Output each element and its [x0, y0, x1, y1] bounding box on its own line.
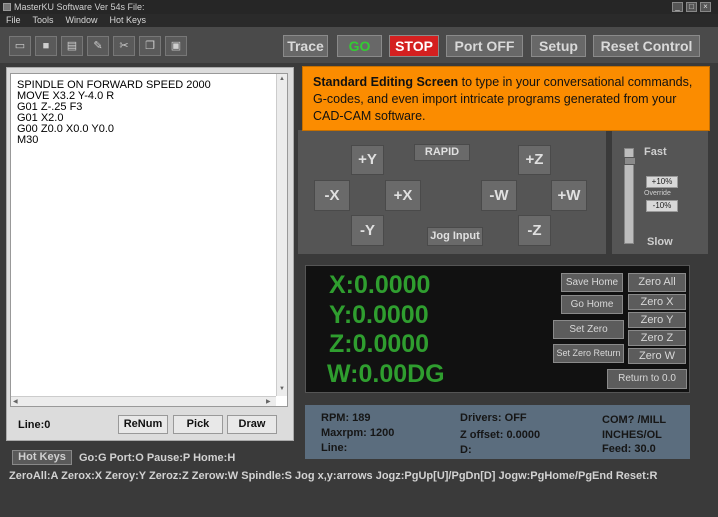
- scroll-left-icon[interactable]: ◀: [13, 398, 18, 405]
- stop-button[interactable]: STOP: [389, 35, 439, 57]
- hotkeys-row-2: ZeroAll:A Zerox:X Zeroy:Y Zeroz:Z Zerow:…: [9, 470, 658, 482]
- setup-button[interactable]: Setup: [531, 35, 586, 57]
- copy-icon[interactable]: ❐: [139, 36, 161, 56]
- hot-keys-button[interactable]: Hot Keys: [12, 450, 72, 465]
- speed-slider-track[interactable]: [624, 148, 636, 244]
- maxrpm-status: Maxrpm: 1200: [321, 427, 395, 439]
- zero-w-button[interactable]: Zero W: [628, 348, 686, 364]
- feed-status: Feed: 30.0: [602, 443, 656, 455]
- dro-z-readout: Z:0.0000: [329, 330, 430, 358]
- vertical-scrollbar[interactable]: ▲ ▼: [276, 74, 287, 396]
- minus-10-button[interactable]: -10%: [646, 200, 678, 212]
- rapid-button[interactable]: RAPID: [414, 144, 470, 161]
- program-editor[interactable]: SPINDLE ON FORWARD SPEED 2000 MOVE X3.2 …: [10, 73, 288, 407]
- return-to-zero-button[interactable]: Return to 0.0: [607, 369, 687, 389]
- speed-slider-thumb[interactable]: [624, 157, 636, 165]
- zero-y-button[interactable]: Zero Y: [628, 312, 686, 328]
- maximize-icon[interactable]: □: [686, 2, 697, 12]
- jog-plus-y-button[interactable]: +Y: [351, 145, 384, 175]
- close-icon[interactable]: ×: [700, 2, 711, 12]
- port-off-button[interactable]: Port OFF: [446, 35, 523, 57]
- save-home-button[interactable]: Save Home: [561, 273, 623, 292]
- menu-window[interactable]: Window: [66, 15, 98, 25]
- jog-plus-x-button[interactable]: +X: [385, 180, 421, 211]
- menu-tools[interactable]: Tools: [33, 15, 54, 25]
- jog-plus-z-button[interactable]: +Z: [518, 145, 551, 175]
- hotkeys-row-1: Go:G Port:O Pause:P Home:H: [79, 452, 236, 464]
- jog-minus-y-button[interactable]: -Y: [351, 215, 384, 246]
- trace-button[interactable]: Trace: [283, 35, 328, 57]
- scroll-down-icon[interactable]: ▼: [279, 386, 285, 392]
- zero-x-button[interactable]: Zero X: [628, 294, 686, 310]
- fast-label: Fast: [644, 146, 667, 158]
- renum-button[interactable]: ReNum: [118, 415, 168, 434]
- units-status: INCHES/OL: [602, 429, 662, 441]
- line-indicator: Line:0: [18, 419, 51, 431]
- d-status: D:: [460, 444, 472, 456]
- slow-label: Slow: [647, 236, 673, 248]
- menu-bar: File Tools Window Hot Keys: [0, 14, 718, 27]
- set-zero-button[interactable]: Set Zero: [553, 320, 624, 339]
- set-zero-return-button[interactable]: Set Zero Return: [553, 344, 624, 363]
- plus-10-button[interactable]: +10%: [646, 176, 678, 188]
- callout-title: Standard Editing Screen: [313, 75, 459, 89]
- minimize-icon[interactable]: _: [672, 2, 683, 12]
- dro-x-readout: X:0.0000: [329, 271, 431, 299]
- app-icon: [3, 3, 11, 11]
- edit-pencil-icon[interactable]: ✎: [87, 36, 109, 56]
- cut-scissors-icon[interactable]: ✂: [113, 36, 135, 56]
- rpm-status: RPM: 189: [321, 412, 371, 424]
- dro-y-readout: Y:0.0000: [329, 301, 429, 329]
- jog-minus-z-button[interactable]: -Z: [518, 215, 551, 246]
- go-button[interactable]: GO: [337, 35, 382, 57]
- z-offset-status: Z offset: 0.0000: [460, 429, 541, 441]
- print-icon[interactable]: ▤: [61, 36, 83, 56]
- scroll-up-icon[interactable]: ▲: [279, 76, 285, 82]
- zero-all-button[interactable]: Zero All: [628, 273, 686, 292]
- menu-hot-keys[interactable]: Hot Keys: [110, 15, 147, 25]
- horizontal-scrollbar[interactable]: ◀ ▶: [11, 396, 276, 406]
- jog-minus-x-button[interactable]: -X: [314, 180, 350, 211]
- toolbar: ▭ ■ ▤ ✎ ✂ ❐ ▣ Trace GO STOP Port OFF Set…: [0, 27, 718, 63]
- paste-icon[interactable]: ▣: [165, 36, 187, 56]
- zero-z-button[interactable]: Zero Z: [628, 330, 686, 346]
- feature-callout: Standard Editing Screen to type in your …: [302, 66, 710, 131]
- draw-button[interactable]: Draw: [227, 415, 277, 434]
- override-label: Override: [644, 190, 671, 197]
- title-bar: MasterKU Software Ver 54s File: _ □ ×: [0, 0, 718, 14]
- dro-w-readout: W:0.00DG: [327, 360, 445, 388]
- jog-input-button[interactable]: Jog Input: [427, 227, 483, 246]
- save-disk-icon[interactable]: ■: [35, 36, 57, 56]
- reset-control-button[interactable]: Reset Control: [593, 35, 700, 57]
- window-title: MasterKU Software Ver 54s File:: [14, 2, 145, 12]
- scroll-right-icon[interactable]: ▶: [266, 398, 271, 405]
- pick-button[interactable]: Pick: [173, 415, 223, 434]
- go-home-button[interactable]: Go Home: [561, 295, 623, 314]
- jog-minus-w-button[interactable]: -W: [481, 180, 517, 211]
- program-text[interactable]: SPINDLE ON FORWARD SPEED 2000 MOVE X3.2 …: [17, 80, 211, 146]
- line-status: Line:: [321, 442, 348, 454]
- jog-plus-w-button[interactable]: +W: [551, 180, 587, 211]
- open-folder-icon[interactable]: ▭: [9, 36, 31, 56]
- drivers-status: Drivers: OFF: [460, 412, 527, 424]
- com-status: COM? /MILL: [602, 414, 667, 426]
- menu-file[interactable]: File: [6, 15, 21, 25]
